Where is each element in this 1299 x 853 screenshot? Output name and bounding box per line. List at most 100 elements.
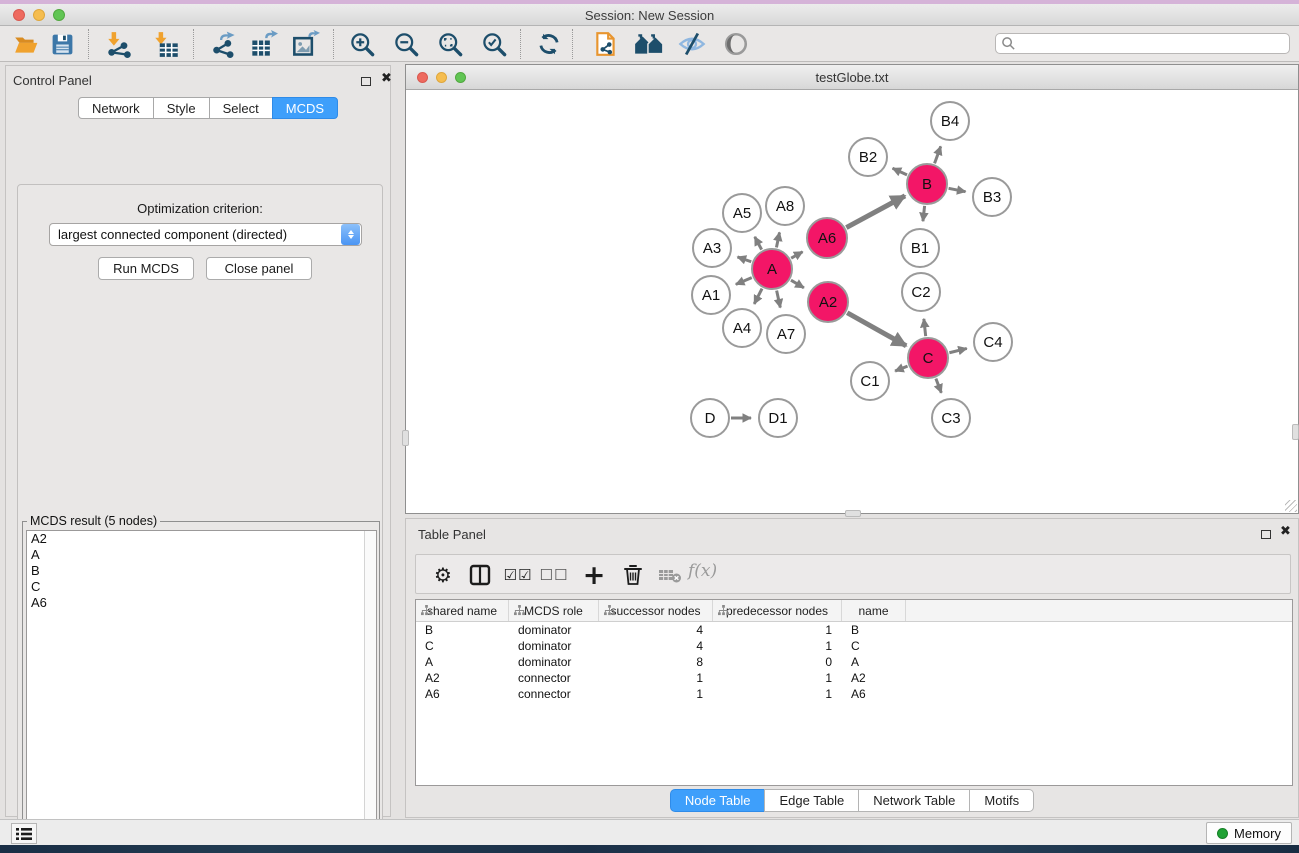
edge-A-A7[interactable]: [777, 291, 781, 308]
edge-C-C2[interactable]: [924, 319, 926, 336]
mcds-result-item[interactable]: C: [27, 579, 376, 595]
delete-column-icon[interactable]: [619, 561, 647, 589]
table-row[interactable]: Adominator80A: [416, 654, 1292, 670]
node-A7[interactable]: A7: [767, 315, 805, 353]
search-input[interactable]: [1016, 37, 1289, 51]
import-network-icon[interactable]: [105, 30, 133, 58]
node-C4[interactable]: C4: [974, 323, 1012, 361]
export-image-icon[interactable]: [292, 30, 320, 58]
edge-A-A3[interactable]: [737, 257, 751, 262]
node-C3[interactable]: C3: [932, 399, 970, 437]
zoom-in-icon[interactable]: [348, 30, 376, 58]
tab-node-table[interactable]: Node Table: [670, 789, 766, 812]
node-A8[interactable]: A8: [766, 187, 804, 225]
clone-network-icon[interactable]: [592, 30, 620, 58]
edge-C-C1[interactable]: [895, 366, 907, 371]
zoom-selected-icon[interactable]: [480, 30, 508, 58]
task-history-button[interactable]: [11, 823, 37, 844]
float-panel-icon[interactable]: [1261, 527, 1271, 542]
column-header-predecessor-nodes[interactable]: predecessor nodes: [713, 600, 842, 621]
optimization-criterion-dropdown[interactable]: largest connected component (directed): [49, 223, 362, 246]
mcds-result-item[interactable]: A2: [27, 531, 376, 547]
divider-grip[interactable]: [845, 510, 861, 517]
scrollbar[interactable]: [364, 531, 376, 853]
column-header-name[interactable]: name: [842, 600, 906, 621]
tab-network-table[interactable]: Network Table: [858, 789, 970, 812]
select-all-columns-icon[interactable]: ☑☑: [504, 561, 532, 589]
node-B3[interactable]: B3: [973, 178, 1011, 216]
tab-style[interactable]: Style: [153, 97, 210, 119]
node-D1[interactable]: D1: [759, 399, 797, 437]
node-C2[interactable]: C2: [902, 273, 940, 311]
node-A3[interactable]: A3: [693, 229, 731, 267]
edge-B-B1[interactable]: [923, 206, 925, 221]
home-icon[interactable]: [632, 30, 666, 58]
edge-A2-C[interactable]: [847, 313, 906, 346]
node-A[interactable]: A: [752, 249, 792, 289]
tab-network[interactable]: Network: [78, 97, 154, 119]
function-builder-icon[interactable]: f(x): [688, 561, 717, 581]
unselect-all-columns-icon[interactable]: ☐☐: [540, 561, 568, 589]
show-column-icon[interactable]: [466, 561, 494, 589]
node-A5[interactable]: A5: [723, 194, 761, 232]
zoom-fit-icon[interactable]: [436, 30, 464, 58]
mcds-result-item[interactable]: A: [27, 547, 376, 563]
export-network-icon[interactable]: [210, 30, 238, 58]
node-table[interactable]: shared nameMCDS rolesuccessor nodesprede…: [415, 599, 1293, 786]
table-row[interactable]: Bdominator41B: [416, 622, 1292, 638]
edge-A6-B[interactable]: [846, 196, 905, 228]
app-titlebar[interactable]: Session: New Session: [0, 4, 1299, 26]
close-panel-icon[interactable]: ✖: [1280, 524, 1291, 539]
edge-A-A5[interactable]: [755, 237, 762, 250]
network-graph-canvas[interactable]: B4B2BB3A8A5A6A3B1AC2A1A2A4A7C4CC1DD1C3: [406, 90, 1298, 513]
divider-grip[interactable]: [1292, 424, 1299, 440]
edge-C-C4[interactable]: [949, 348, 966, 352]
run-mcds-button[interactable]: Run MCDS: [98, 257, 194, 280]
column-header-shared-name[interactable]: shared name: [416, 600, 509, 621]
edge-A-A1[interactable]: [736, 278, 752, 285]
tab-mcds[interactable]: MCDS: [272, 97, 338, 119]
export-table-icon[interactable]: [250, 30, 278, 58]
node-A6[interactable]: A6: [807, 218, 847, 258]
table-row[interactable]: Cdominator41C: [416, 638, 1292, 654]
edge-A-A6[interactable]: [791, 252, 802, 258]
zoom-out-icon[interactable]: [392, 30, 420, 58]
edge-A-A4[interactable]: [754, 289, 762, 304]
tab-edge-table[interactable]: Edge Table: [764, 789, 859, 812]
node-C[interactable]: C: [908, 338, 948, 378]
memory-button[interactable]: Memory: [1206, 822, 1292, 844]
edge-C-C3[interactable]: [936, 379, 941, 393]
create-column-icon[interactable]: +: [580, 561, 608, 589]
node-A4[interactable]: A4: [723, 309, 761, 347]
table-row[interactable]: A6connector11A6: [416, 686, 1292, 702]
close-panel-button[interactable]: Close panel: [206, 257, 312, 280]
open-session-icon[interactable]: [12, 30, 40, 58]
edge-B-B2[interactable]: [893, 168, 907, 175]
mcds-result-item[interactable]: B: [27, 563, 376, 579]
divider-grip[interactable]: [402, 430, 409, 446]
float-panel-icon[interactable]: [361, 74, 371, 89]
node-B[interactable]: B: [907, 164, 947, 204]
resize-grip-icon[interactable]: [1285, 500, 1297, 512]
edge-B-B4[interactable]: [935, 146, 941, 163]
column-header-successor-nodes[interactable]: successor nodes: [599, 600, 713, 621]
refresh-icon[interactable]: [535, 30, 563, 58]
search-field[interactable]: [995, 33, 1290, 54]
node-C1[interactable]: C1: [851, 362, 889, 400]
column-header-MCDS-role[interactable]: MCDS role: [509, 600, 599, 621]
table-row[interactable]: A2connector11A2: [416, 670, 1292, 686]
mcds-result-list[interactable]: A2ABCA6: [26, 530, 377, 853]
node-B2[interactable]: B2: [849, 138, 887, 176]
mcds-result-item[interactable]: A6: [27, 595, 376, 611]
edge-A-A8[interactable]: [776, 232, 779, 247]
tab-select[interactable]: Select: [209, 97, 273, 119]
tab-motifs[interactable]: Motifs: [969, 789, 1034, 812]
gear-icon[interactable]: ⚙: [429, 561, 457, 589]
node-D[interactable]: D: [691, 399, 729, 437]
node-A1[interactable]: A1: [692, 276, 730, 314]
save-session-icon[interactable]: [48, 30, 76, 58]
node-B1[interactable]: B1: [901, 229, 939, 267]
network-window-titlebar[interactable]: testGlobe.txt: [406, 65, 1298, 90]
hide-graphics-details-icon[interactable]: [678, 30, 706, 58]
edge-B-B3[interactable]: [949, 188, 966, 191]
